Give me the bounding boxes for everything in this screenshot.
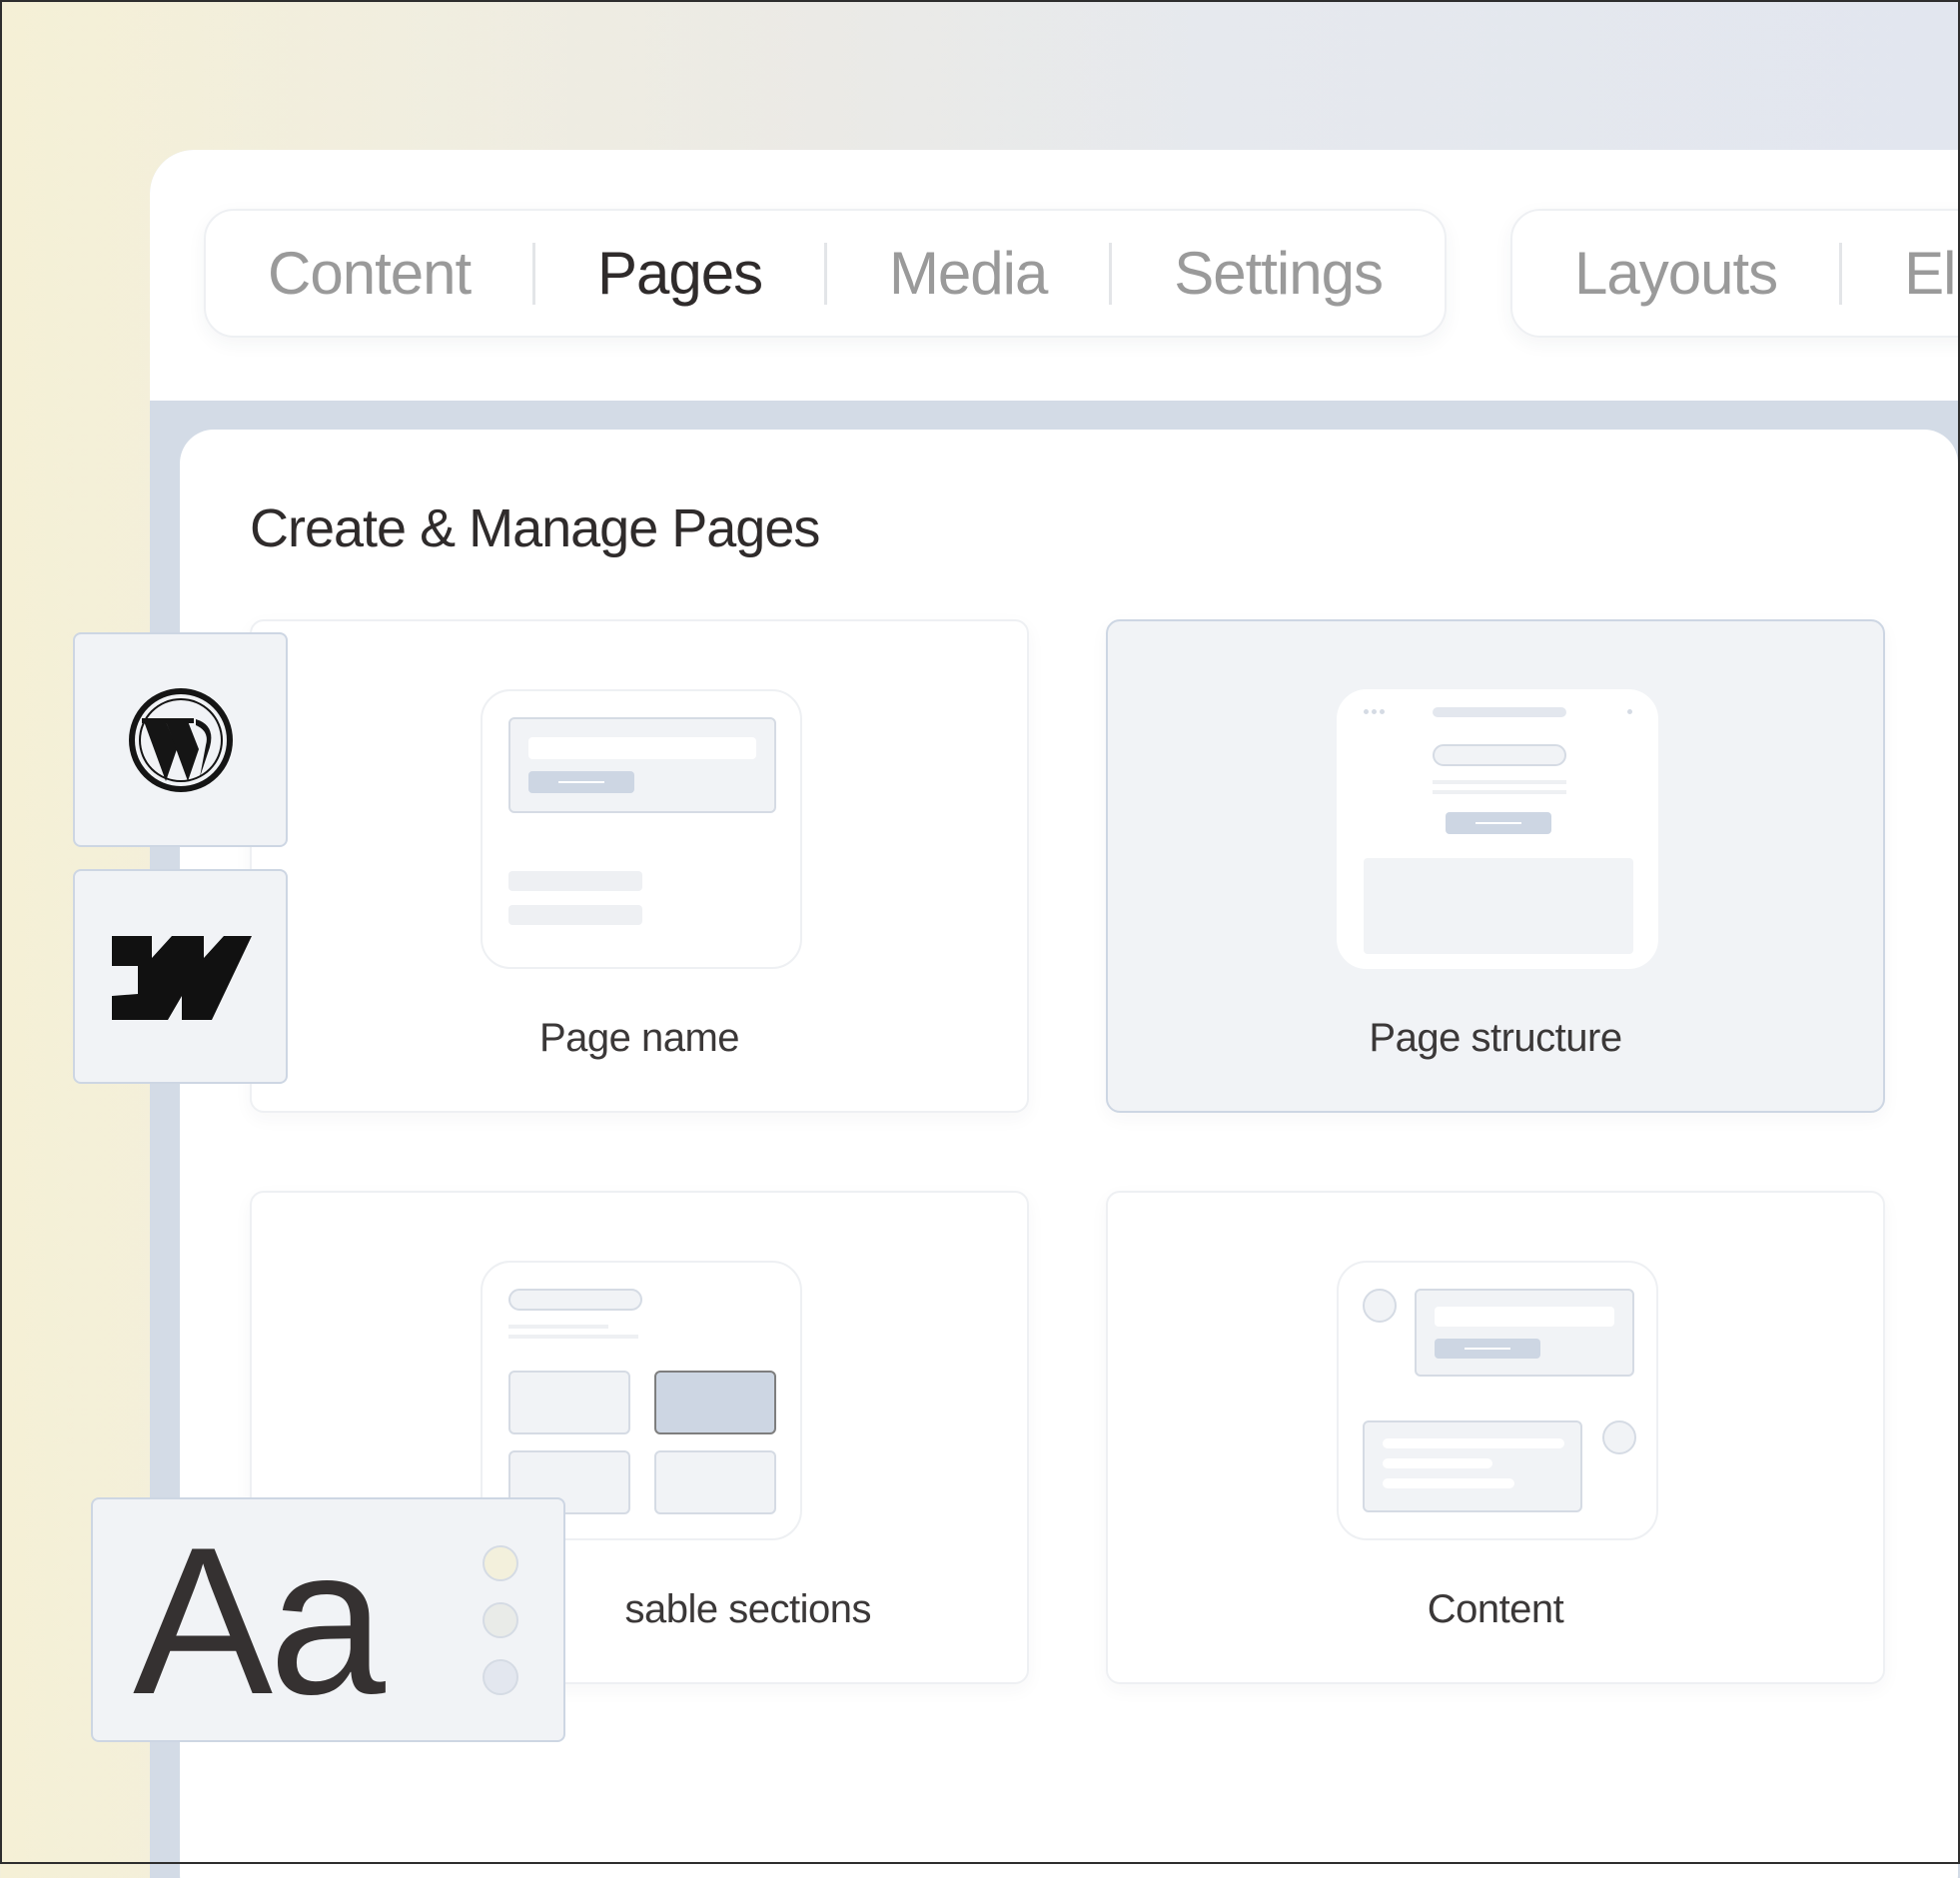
wordpress-icon [129, 688, 233, 792]
window-dot [1627, 709, 1632, 714]
tab-content[interactable]: Content [206, 243, 532, 304]
text-line-shape [1433, 780, 1566, 784]
page-name-illustration [481, 689, 802, 969]
top-navigation: Content Pages Media Settings Layouts Ele [150, 150, 1960, 401]
color-swatch[interactable] [483, 1602, 518, 1638]
pill-shape [1433, 744, 1566, 766]
page-name-card[interactable]: Page name [250, 619, 1029, 1113]
primary-tab-group: Content Pages Media Settings [204, 209, 1447, 338]
content-block-shape [1364, 858, 1633, 954]
window-dot [1364, 709, 1369, 714]
color-swatch[interactable] [483, 1545, 518, 1581]
window-dot [1372, 709, 1377, 714]
button-line-shape [1475, 822, 1521, 824]
section-block-selected [654, 1371, 776, 1434]
tab-pages[interactable]: Pages [535, 243, 824, 304]
content-card[interactable]: Content [1106, 1191, 1885, 1684]
text-line-shape [508, 1335, 638, 1339]
url-bar-shape [1433, 707, 1566, 717]
typography-tile[interactable]: Aa [91, 1497, 565, 1742]
tab-media[interactable]: Media [827, 243, 1109, 304]
button-line-shape [1465, 1348, 1510, 1350]
message-block [1415, 1289, 1634, 1377]
panel-title: Create & Manage Pages [250, 498, 820, 558]
hero-block [508, 717, 776, 813]
title-bar-shape [528, 737, 756, 759]
webflow-icon [112, 936, 252, 1020]
text-line-shape [508, 1325, 608, 1329]
avatar-shape [1602, 1420, 1636, 1454]
text-line-shape [1383, 1478, 1514, 1488]
webflow-tile[interactable] [73, 869, 288, 1084]
page-structure-illustration [1337, 689, 1658, 969]
card-label: Page structure [1369, 1016, 1622, 1060]
wordpress-tile[interactable] [73, 632, 288, 847]
text-line-shape [1435, 1307, 1614, 1327]
window-dot [1380, 709, 1385, 714]
text-line-shape [1383, 1438, 1564, 1448]
color-swatch[interactable] [483, 1659, 518, 1695]
button-line-shape [558, 781, 604, 783]
card-label: Content [1427, 1587, 1564, 1631]
text-line-shape [508, 871, 642, 891]
page-structure-card[interactable]: Page structure [1106, 619, 1885, 1113]
avatar-shape [1363, 1289, 1397, 1323]
section-block [654, 1450, 776, 1514]
content-illustration [1337, 1261, 1658, 1540]
secondary-tab-group: Layouts Ele [1510, 209, 1960, 338]
text-line-shape [508, 905, 642, 925]
tab-elements[interactable]: Ele [1842, 243, 1960, 304]
pill-shape [508, 1289, 642, 1311]
section-block [508, 1371, 630, 1434]
tab-layouts[interactable]: Layouts [1512, 243, 1839, 304]
tab-settings[interactable]: Settings [1112, 243, 1445, 304]
font-sample: Aa [133, 1503, 386, 1738]
text-line-shape [1383, 1458, 1492, 1468]
card-label: Page name [538, 1016, 740, 1060]
text-line-shape [1433, 790, 1566, 794]
